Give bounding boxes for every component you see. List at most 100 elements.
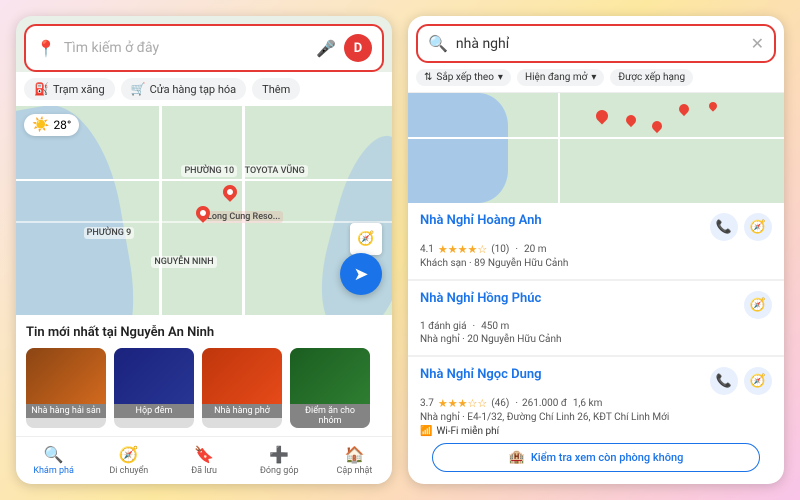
grocery-icon: 🛒 bbox=[131, 82, 146, 96]
result-header-0: Nhà Nghỉ Hoàng Anh 📞 🧭 bbox=[420, 213, 772, 241]
place-card-label-3: Điểm ăn cho nhóm bbox=[290, 404, 370, 428]
rated-chip[interactable]: Được xếp hạng bbox=[610, 69, 693, 86]
filter-label-fuel: Trạm xăng bbox=[53, 83, 105, 96]
road-vertical-1 bbox=[159, 106, 162, 315]
place-card-img-1 bbox=[114, 348, 194, 404]
map-label-longcung: Long Cung Reso... bbox=[204, 211, 283, 223]
price-2: 261.000 đ bbox=[522, 398, 567, 409]
nav-item-contribute[interactable]: ➕ Đóng góp bbox=[242, 441, 317, 480]
result-actions-0: 📞 🧭 bbox=[710, 213, 772, 241]
nav-item-saved[interactable]: 🔖 Đã lưu bbox=[166, 441, 241, 480]
left-search-input[interactable]: Tìm kiếm ở đây bbox=[64, 40, 308, 56]
place-card-0[interactable]: Nhà hàng hải sản bbox=[26, 348, 106, 428]
small-map-road-v bbox=[558, 93, 560, 203]
filter-chip-fuel[interactable]: ⛽ Trạm xăng bbox=[24, 78, 115, 100]
small-map[interactable] bbox=[408, 93, 784, 203]
nav-label-updates: Cập nhật bbox=[337, 466, 373, 476]
directions-icon: 🧭 bbox=[119, 445, 139, 464]
result-rating-1: 1 đánh giá · 450 m bbox=[420, 321, 772, 332]
left-search-bar[interactable]: 📍 Tìm kiếm ở đây 🎤 D bbox=[24, 24, 384, 72]
place-cards-list: Nhà hàng hải sản Hộp đêm Nhà hàng phở Đi… bbox=[26, 348, 382, 436]
small-map-pin-3 bbox=[650, 118, 664, 132]
stars-0: ★★★★☆ bbox=[438, 243, 487, 256]
mic-icon[interactable]: 🎤 bbox=[316, 39, 336, 58]
right-search-text[interactable]: nhà nghỉ bbox=[456, 36, 743, 52]
rated-label: Được xếp hạng bbox=[618, 72, 685, 83]
place-card-2[interactable]: Nhà hàng phở bbox=[202, 348, 282, 428]
road-horizontal-1 bbox=[16, 179, 392, 181]
small-map-pin-4 bbox=[677, 102, 691, 116]
result-address-2: Nhà nghỉ · E4-1/32, Đường Chí Linh 26, K… bbox=[420, 412, 772, 423]
small-map-water bbox=[408, 93, 508, 203]
place-card-img-2 bbox=[202, 348, 282, 404]
place-card-img-0 bbox=[26, 348, 106, 404]
small-map-pin-1 bbox=[594, 107, 611, 124]
right-panel: 🔍 nhà nghỉ ✕ ⇅ Sắp xếp theo ▾ Hiện đang … bbox=[408, 16, 784, 484]
filter-chip-grocery[interactable]: 🛒 Cửa hàng tạp hóa bbox=[121, 78, 246, 100]
right-filter-bar: ⇅ Sắp xếp theo ▾ Hiện đang mở ▾ Được xếp… bbox=[408, 63, 784, 93]
navigate-button-0[interactable]: 🧭 bbox=[744, 213, 772, 241]
wifi-label-2: Wi-Fi miễn phí bbox=[436, 426, 499, 437]
map-area: PHƯỜNG 10 PHƯỜNG 9 NGUYỄN NINH Long Cung… bbox=[16, 106, 392, 315]
clear-icon[interactable]: ✕ bbox=[751, 34, 764, 53]
fuel-icon: ⛽ bbox=[34, 82, 49, 96]
compass-button[interactable]: 🧭 bbox=[350, 223, 382, 255]
bottom-nav: 🔍 Khám phá 🧭 Di chuyển 🔖 Đã lưu ➕ Đóng g… bbox=[16, 436, 392, 484]
hotel-icon: 🏨 bbox=[509, 450, 525, 465]
wifi-icon: 📶 bbox=[420, 426, 432, 437]
bottom-sheet: Tin mới nhất tại Nguyễn An Ninh Nhà hàng… bbox=[16, 315, 392, 436]
sort-chip[interactable]: ⇅ Sắp xếp theo ▾ bbox=[416, 69, 511, 86]
place-card-label-1: Hộp đêm bbox=[114, 404, 194, 418]
open-now-chip[interactable]: Hiện đang mở ▾ bbox=[517, 69, 604, 86]
result-item-2[interactable]: Nhà Nghỉ Ngọc Dung 📞 🧭 3.7 ★★★☆☆ (46) · … bbox=[408, 357, 784, 484]
weather-icon: ☀️ bbox=[32, 117, 49, 133]
wifi-badge-2: 📶 Wi-Fi miễn phí bbox=[420, 426, 772, 437]
phone-button-0[interactable]: 📞 bbox=[710, 213, 738, 241]
filter-chip-more[interactable]: Thêm bbox=[252, 78, 300, 100]
small-map-background bbox=[408, 93, 784, 203]
map-water-left bbox=[16, 106, 149, 315]
contribute-icon: ➕ bbox=[269, 445, 289, 464]
rating-value-2: 3.7 bbox=[420, 398, 434, 409]
dist-val-2: 1,6 km bbox=[573, 398, 603, 409]
result-item-1[interactable]: Nhà Nghỉ Hồng Phúc 🧭 1 đánh giá · 450 m … bbox=[408, 281, 784, 356]
result-item-0[interactable]: Nhà Nghỉ Hoàng Anh 📞 🧭 4.1 ★★★★☆ (10) · … bbox=[408, 203, 784, 280]
result-header-2: Nhà Nghỉ Ngọc Dung 📞 🧭 bbox=[420, 367, 772, 395]
avatar[interactable]: D bbox=[344, 34, 372, 62]
sort-chevron-icon: ▾ bbox=[498, 72, 503, 83]
result-rating-0: 4.1 ★★★★☆ (10) · 20 m bbox=[420, 243, 772, 256]
small-map-pin-5 bbox=[707, 100, 718, 111]
review-count-1: 1 đánh giá bbox=[420, 321, 467, 332]
place-card-3[interactable]: Điểm ăn cho nhóm bbox=[290, 348, 370, 428]
small-map-pin-2 bbox=[624, 113, 638, 127]
result-rating-2: 3.7 ★★★☆☆ (46) · 261.000 đ 1,6 km bbox=[420, 397, 772, 410]
place-card-1[interactable]: Hộp đêm bbox=[114, 348, 194, 428]
nav-item-updates[interactable]: 🏠 Cập nhật bbox=[317, 441, 392, 480]
nav-label-directions: Di chuyển bbox=[109, 466, 148, 476]
open-now-label: Hiện đang mở bbox=[525, 72, 587, 83]
check-rooms-button[interactable]: 🏨 Kiểm tra xem còn phòng không bbox=[432, 443, 760, 472]
nav-label-explore: Khám phá bbox=[33, 466, 74, 476]
filter-label-more: Thêm bbox=[262, 83, 290, 96]
navigate-button-2[interactable]: 🧭 bbox=[744, 367, 772, 395]
review-count-2: (46) bbox=[491, 398, 509, 409]
nav-item-directions[interactable]: 🧭 Di chuyển bbox=[91, 441, 166, 480]
filter-bar: ⛽ Trạm xăng 🛒 Cửa hàng tạp hóa Thêm bbox=[16, 72, 392, 106]
phone-button-2[interactable]: 📞 bbox=[710, 367, 738, 395]
distance-0: · bbox=[515, 244, 518, 255]
navigate-button-1[interactable]: 🧭 bbox=[744, 291, 772, 319]
nav-item-explore[interactable]: 🔍 Khám phá bbox=[16, 441, 91, 480]
right-search-bar[interactable]: 🔍 nhà nghỉ ✕ bbox=[416, 24, 776, 63]
result-address-0: Khách sạn · 89 Nguyễn Hữu Cảnh bbox=[420, 258, 772, 269]
result-name-1: Nhà Nghỉ Hồng Phúc bbox=[420, 291, 744, 306]
explore-icon: 🔍 bbox=[44, 445, 64, 464]
navigate-fab[interactable]: ➤ bbox=[340, 253, 382, 295]
pin-icon: 📍 bbox=[36, 39, 56, 58]
stars-2: ★★★☆☆ bbox=[438, 397, 487, 410]
updates-icon: 🏠 bbox=[344, 445, 364, 464]
review-count-0: (10) bbox=[491, 244, 509, 255]
map-label-nguyen: NGUYỄN NINH bbox=[151, 256, 216, 268]
map-pin-1 bbox=[220, 183, 240, 203]
map-background: PHƯỜNG 10 PHƯỜNG 9 NGUYỄN NINH Long Cung… bbox=[16, 106, 392, 315]
rating-value-0: 4.1 bbox=[420, 244, 434, 255]
